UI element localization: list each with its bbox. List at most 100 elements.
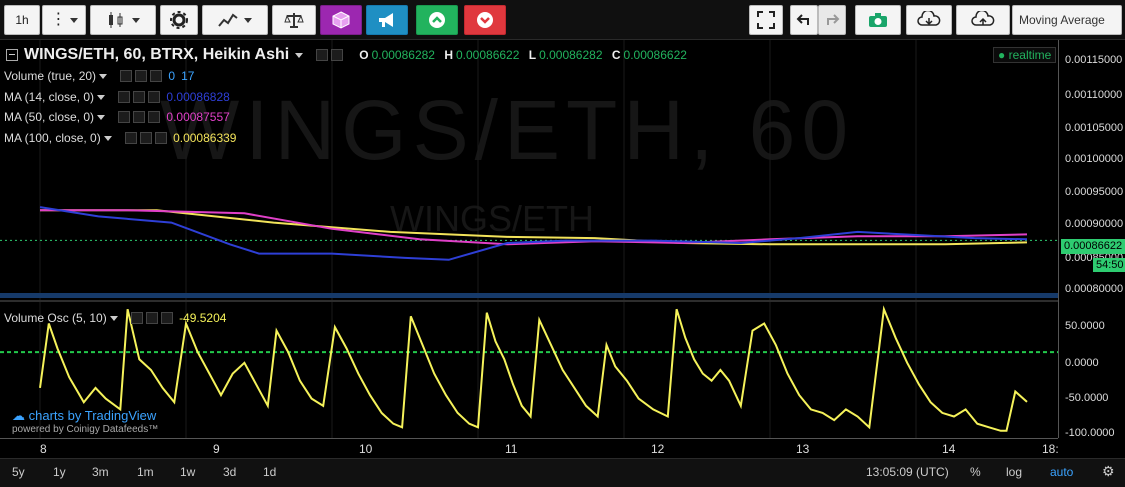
indicator-label: MA (50, close, 0) [4, 110, 95, 124]
symbol-title[interactable]: WINGS/ETH, 60, BTRX, Heikin Ashi [24, 46, 289, 64]
range-1y[interactable]: 1y [53, 465, 66, 479]
eye-icon[interactable] [120, 70, 133, 82]
indicator-label: Volume Osc (5, 10) [4, 311, 107, 325]
eye-icon[interactable] [118, 111, 131, 123]
price-tick: 0.00100000 [1065, 153, 1124, 165]
gear-icon[interactable] [146, 312, 159, 324]
buy-button[interactable] [416, 5, 458, 35]
gear-icon [170, 11, 188, 29]
price-tick: 0.00095000 [1065, 186, 1124, 198]
settings-button[interactable] [160, 5, 198, 35]
close-icon[interactable] [148, 111, 161, 123]
low-label: L [528, 48, 537, 62]
kebab-icon: ⋮ [50, 11, 67, 28]
open-value: 0.00086282 [371, 48, 435, 62]
indicators-button[interactable] [202, 5, 268, 35]
price-axis[interactable]: 0.00115000 0.00110000 0.00105000 0.00100… [1058, 40, 1125, 439]
ohlc-readout: O 0.00086282 H 0.00086622 L 0.00086282 C 0.0… [353, 48, 687, 62]
close-icon[interactable] [148, 91, 161, 103]
price-tick: 0.00090000 [1065, 218, 1124, 230]
indicator-legend-volume-osc[interactable]: Volume Osc (5, 10) -49.5204 [4, 311, 226, 325]
close-icon[interactable] [150, 70, 163, 82]
indicator-value: 0.00086828 [166, 90, 230, 104]
symbol-header: WINGS/ETH, 60, BTRX, Heikin Ashi O 0.0008… [6, 46, 687, 64]
tradingview-branding[interactable]: ☁ charts by TradingView powered by Coini… [12, 408, 158, 435]
indicator-value: -49.5204 [179, 311, 227, 325]
undo-button[interactable] [790, 5, 818, 35]
indicator-value: 17 [181, 69, 195, 83]
volume-osc-line [39, 305, 1028, 432]
utc-clock[interactable]: 13:05:09 (UTC) [866, 465, 949, 479]
osc-tick: -50.0000 [1065, 392, 1109, 404]
redo-button[interactable] [818, 5, 846, 35]
main-chart-pane[interactable]: WINGS/ETH, 60 WINGS/ETH WINGS/ETH, 60, B… [0, 40, 1058, 300]
time-tick: 11 [505, 442, 518, 456]
percent-toggle[interactable]: % [970, 465, 981, 479]
indicator-legend-volume[interactable]: Volume (true, 20) 0 17 [4, 69, 194, 83]
indicator-legend-ma14[interactable]: MA (14, close, 0) 0.00086828 [4, 90, 230, 104]
log-toggle[interactable]: log [1006, 465, 1022, 479]
undo-icon [796, 14, 809, 25]
range-1d[interactable]: 1d [263, 465, 276, 479]
snapshot-button[interactable] [855, 5, 901, 35]
high-label: H [444, 48, 453, 62]
interval-label: 1h [15, 13, 29, 27]
fullscreen-button[interactable] [749, 5, 783, 35]
chart-style-button[interactable] [90, 5, 156, 35]
chevron-down-icon[interactable] [295, 52, 304, 58]
range-3d[interactable]: 3d [223, 465, 236, 479]
indicator-label: Volume (true, 20) [4, 69, 97, 83]
range-5y[interactable]: 5y [12, 465, 25, 479]
close-icon[interactable] [161, 312, 174, 324]
eye-icon[interactable] [316, 49, 329, 61]
cube-icon [332, 11, 350, 29]
close-icon[interactable] [155, 132, 168, 144]
close-label: C [611, 48, 621, 62]
tradingview-logo-icon: ☁ [12, 408, 25, 423]
indicator-value: 0.00087557 [166, 110, 230, 124]
gear-icon[interactable] [133, 111, 146, 123]
range-1w[interactable]: 1w [180, 465, 195, 479]
sell-button[interactable] [464, 5, 506, 35]
ma100-line [40, 209, 1028, 246]
chevron-down-icon [69, 17, 78, 23]
more-menu-button[interactable]: ⋮ [42, 5, 86, 35]
eye-icon[interactable] [125, 132, 138, 144]
gear-icon[interactable] [140, 132, 153, 144]
compare-button[interactable] [272, 5, 316, 35]
chevron-down-icon [104, 135, 113, 141]
eye-icon[interactable] [131, 312, 144, 324]
top-toolbar: 1h ⋮ Moving Average [0, 0, 1125, 40]
current-price-tag: 0.00086622 [1061, 239, 1125, 254]
time-tick: 13 [796, 442, 810, 456]
save-layout-button[interactable] [956, 5, 1010, 35]
alerts-button[interactable] [366, 5, 408, 35]
low-value: 0.00086282 [539, 48, 603, 62]
indicator-legend-ma50[interactable]: MA (50, close, 0) 0.00087557 [4, 110, 230, 124]
line-chart-icon [217, 13, 238, 27]
chevron-down-icon [110, 315, 119, 321]
realtime-badge: ● realtime [993, 47, 1057, 63]
gear-icon[interactable] [135, 70, 148, 82]
gear-icon[interactable] [331, 49, 344, 61]
indicator-value: 0 [168, 69, 176, 83]
branding-line2: powered by Coinigy Datafeeds™ [12, 424, 159, 435]
indicator-dropdown[interactable]: Moving Average [1012, 5, 1122, 35]
collapse-icon[interactable] [6, 49, 18, 61]
range-3m[interactable]: 3m [92, 465, 109, 479]
load-layout-button[interactable] [906, 5, 952, 35]
interval-button[interactable]: 1h [4, 5, 40, 35]
indicator-legend-ma100[interactable]: MA (100, close, 0) 0.00086339 [4, 131, 236, 145]
gear-icon[interactable] [133, 91, 146, 103]
gear-icon[interactable]: ⚙ [1102, 463, 1115, 480]
range-1m[interactable]: 1m [137, 465, 154, 479]
templates-button[interactable] [320, 5, 362, 35]
auto-scale-toggle[interactable]: auto [1050, 465, 1073, 479]
eye-icon[interactable] [118, 91, 131, 103]
arrow-up-circle-icon [429, 12, 445, 28]
oscillator-pane[interactable]: Volume Osc (5, 10) -49.5204 [0, 302, 1058, 438]
time-tick: 8 [40, 442, 47, 456]
indicator-label: MA (14, close, 0) [4, 90, 95, 104]
time-axis[interactable]: 8 9 10 11 12 13 14 18: [0, 438, 1059, 458]
chevron-down-icon [97, 114, 106, 120]
